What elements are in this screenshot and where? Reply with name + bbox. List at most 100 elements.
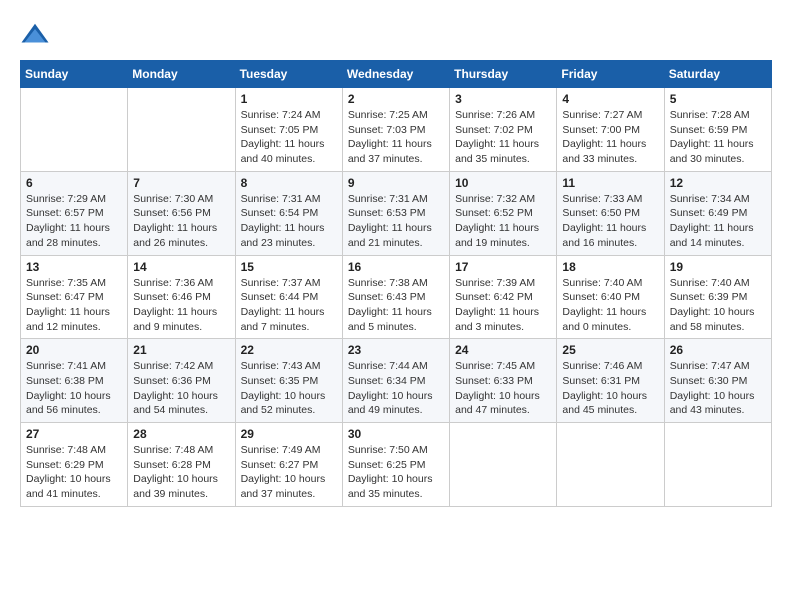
day-number: 29 <box>241 427 337 441</box>
calendar-cell: 27Sunrise: 7:48 AM Sunset: 6:29 PM Dayli… <box>21 423 128 507</box>
day-info: Sunrise: 7:48 AM Sunset: 6:28 PM Dayligh… <box>133 443 229 502</box>
calendar: SundayMondayTuesdayWednesdayThursdayFrid… <box>20 60 772 507</box>
day-info: Sunrise: 7:32 AM Sunset: 6:52 PM Dayligh… <box>455 192 551 251</box>
calendar-header-wednesday: Wednesday <box>342 61 449 88</box>
day-number: 26 <box>670 343 766 357</box>
day-number: 19 <box>670 260 766 274</box>
day-number: 23 <box>348 343 444 357</box>
calendar-cell <box>128 88 235 172</box>
calendar-header-friday: Friday <box>557 61 664 88</box>
day-number: 18 <box>562 260 658 274</box>
day-number: 12 <box>670 176 766 190</box>
calendar-week-4: 20 Sunrise: 7:41 AM Sunset: 6:38 PM Dayli… <box>21 339 772 423</box>
day-info: Sunrise: 7:36 AM Sunset: 6:46 PM Dayligh… <box>133 276 229 335</box>
calendar-cell <box>450 423 557 507</box>
day-number: 7 <box>133 176 229 190</box>
calendar-cell: 29 Sunrise: 7:49 AM Sunset: 6:27 PM Dayli… <box>235 423 342 507</box>
calendar-cell: 10 Sunrise: 7:32 AM Sunset: 6:52 PM Dayli… <box>450 171 557 255</box>
calendar-cell: 23 Sunrise: 7:44 AM Sunset: 6:34 PM Dayli… <box>342 339 449 423</box>
calendar-cell: 26 Sunrise: 7:47 AM Sunset: 6:30 PM Dayli… <box>664 339 771 423</box>
day-number: 25 <box>562 343 658 357</box>
day-number: 28 <box>133 427 229 441</box>
calendar-header-thursday: Thursday <box>450 61 557 88</box>
day-info: Sunrise: 7:41 AM Sunset: 6:38 PM Dayligh… <box>26 359 122 418</box>
day-number: 10 <box>455 176 551 190</box>
day-info: Sunrise: 7:28 AM Sunset: 6:59 PM Dayligh… <box>670 108 766 167</box>
calendar-week-2: 6 Sunrise: 7:29 AM Sunset: 6:57 PM Daylig… <box>21 171 772 255</box>
day-info: Sunrise: 7:25 AM Sunset: 7:03 PM Dayligh… <box>348 108 444 167</box>
day-number: 22 <box>241 343 337 357</box>
logo-icon <box>20 20 50 50</box>
day-number: 15 <box>241 260 337 274</box>
day-info: Sunrise: 7:49 AM Sunset: 6:27 PM Dayligh… <box>241 443 337 502</box>
calendar-header-row: SundayMondayTuesdayWednesdayThursdayFrid… <box>21 61 772 88</box>
day-number: 2 <box>348 92 444 106</box>
calendar-cell: 14 Sunrise: 7:36 AM Sunset: 6:46 PM Dayli… <box>128 255 235 339</box>
calendar-cell: 3 Sunrise: 7:26 AM Sunset: 7:02 PM Daylig… <box>450 88 557 172</box>
day-number: 1 <box>241 92 337 106</box>
day-number: 14 <box>133 260 229 274</box>
calendar-cell: 7 Sunrise: 7:30 AM Sunset: 6:56 PM Daylig… <box>128 171 235 255</box>
calendar-cell: 22 Sunrise: 7:43 AM Sunset: 6:35 PM Dayli… <box>235 339 342 423</box>
day-info: Sunrise: 7:29 AM Sunset: 6:57 PM Dayligh… <box>26 192 122 251</box>
day-number: 3 <box>455 92 551 106</box>
day-number: 17 <box>455 260 551 274</box>
day-number: 21 <box>133 343 229 357</box>
calendar-cell: 8Sunrise: 7:31 AM Sunset: 6:54 PM Daylig… <box>235 171 342 255</box>
calendar-cell: 11Sunrise: 7:33 AM Sunset: 6:50 PM Dayli… <box>557 171 664 255</box>
day-number: 6 <box>26 176 122 190</box>
day-info: Sunrise: 7:45 AM Sunset: 6:33 PM Dayligh… <box>455 359 551 418</box>
day-info: Sunrise: 7:24 AM Sunset: 7:05 PM Dayligh… <box>241 108 337 167</box>
day-info: Sunrise: 7:30 AM Sunset: 6:56 PM Dayligh… <box>133 192 229 251</box>
day-number: 4 <box>562 92 658 106</box>
calendar-cell: 9Sunrise: 7:31 AM Sunset: 6:53 PM Daylig… <box>342 171 449 255</box>
day-number: 13 <box>26 260 122 274</box>
calendar-week-3: 13 Sunrise: 7:35 AM Sunset: 6:47 PM Dayli… <box>21 255 772 339</box>
calendar-cell: 13 Sunrise: 7:35 AM Sunset: 6:47 PM Dayli… <box>21 255 128 339</box>
day-number: 16 <box>348 260 444 274</box>
day-number: 20 <box>26 343 122 357</box>
day-info: Sunrise: 7:26 AM Sunset: 7:02 PM Dayligh… <box>455 108 551 167</box>
calendar-week-5: 27Sunrise: 7:48 AM Sunset: 6:29 PM Dayli… <box>21 423 772 507</box>
calendar-header-sunday: Sunday <box>21 61 128 88</box>
calendar-cell: 30 Sunrise: 7:50 AM Sunset: 6:25 PM Dayli… <box>342 423 449 507</box>
calendar-header-monday: Monday <box>128 61 235 88</box>
calendar-cell: 15 Sunrise: 7:37 AM Sunset: 6:44 PM Dayli… <box>235 255 342 339</box>
calendar-cell: 5Sunrise: 7:28 AM Sunset: 6:59 PM Daylig… <box>664 88 771 172</box>
calendar-cell: 20 Sunrise: 7:41 AM Sunset: 6:38 PM Dayli… <box>21 339 128 423</box>
day-info: Sunrise: 7:43 AM Sunset: 6:35 PM Dayligh… <box>241 359 337 418</box>
calendar-cell: 25 Sunrise: 7:46 AM Sunset: 6:31 PM Dayli… <box>557 339 664 423</box>
day-info: Sunrise: 7:40 AM Sunset: 6:40 PM Dayligh… <box>562 276 658 335</box>
day-info: Sunrise: 7:46 AM Sunset: 6:31 PM Dayligh… <box>562 359 658 418</box>
day-info: Sunrise: 7:44 AM Sunset: 6:34 PM Dayligh… <box>348 359 444 418</box>
day-info: Sunrise: 7:38 AM Sunset: 6:43 PM Dayligh… <box>348 276 444 335</box>
day-number: 30 <box>348 427 444 441</box>
day-info: Sunrise: 7:48 AM Sunset: 6:29 PM Dayligh… <box>26 443 122 502</box>
day-info: Sunrise: 7:35 AM Sunset: 6:47 PM Dayligh… <box>26 276 122 335</box>
day-number: 9 <box>348 176 444 190</box>
day-info: Sunrise: 7:27 AM Sunset: 7:00 PM Dayligh… <box>562 108 658 167</box>
calendar-cell: 12Sunrise: 7:34 AM Sunset: 6:49 PM Dayli… <box>664 171 771 255</box>
calendar-cell: 6 Sunrise: 7:29 AM Sunset: 6:57 PM Daylig… <box>21 171 128 255</box>
calendar-week-1: 1 Sunrise: 7:24 AM Sunset: 7:05 PM Daylig… <box>21 88 772 172</box>
calendar-cell <box>21 88 128 172</box>
day-number: 8 <box>241 176 337 190</box>
calendar-cell: 4 Sunrise: 7:27 AM Sunset: 7:00 PM Daylig… <box>557 88 664 172</box>
calendar-cell: 1 Sunrise: 7:24 AM Sunset: 7:05 PM Daylig… <box>235 88 342 172</box>
day-info: Sunrise: 7:42 AM Sunset: 6:36 PM Dayligh… <box>133 359 229 418</box>
calendar-cell <box>664 423 771 507</box>
calendar-cell: 19 Sunrise: 7:40 AM Sunset: 6:39 PM Dayli… <box>664 255 771 339</box>
day-info: Sunrise: 7:50 AM Sunset: 6:25 PM Dayligh… <box>348 443 444 502</box>
day-number: 11 <box>562 176 658 190</box>
day-info: Sunrise: 7:39 AM Sunset: 6:42 PM Dayligh… <box>455 276 551 335</box>
calendar-cell: 21 Sunrise: 7:42 AM Sunset: 6:36 PM Dayli… <box>128 339 235 423</box>
day-info: Sunrise: 7:37 AM Sunset: 6:44 PM Dayligh… <box>241 276 337 335</box>
calendar-cell: 16 Sunrise: 7:38 AM Sunset: 6:43 PM Dayli… <box>342 255 449 339</box>
calendar-cell: 28 Sunrise: 7:48 AM Sunset: 6:28 PM Dayli… <box>128 423 235 507</box>
logo <box>20 20 54 50</box>
calendar-cell: 24Sunrise: 7:45 AM Sunset: 6:33 PM Dayli… <box>450 339 557 423</box>
day-info: Sunrise: 7:40 AM Sunset: 6:39 PM Dayligh… <box>670 276 766 335</box>
calendar-header-tuesday: Tuesday <box>235 61 342 88</box>
day-info: Sunrise: 7:47 AM Sunset: 6:30 PM Dayligh… <box>670 359 766 418</box>
calendar-cell: 17 Sunrise: 7:39 AM Sunset: 6:42 PM Dayli… <box>450 255 557 339</box>
